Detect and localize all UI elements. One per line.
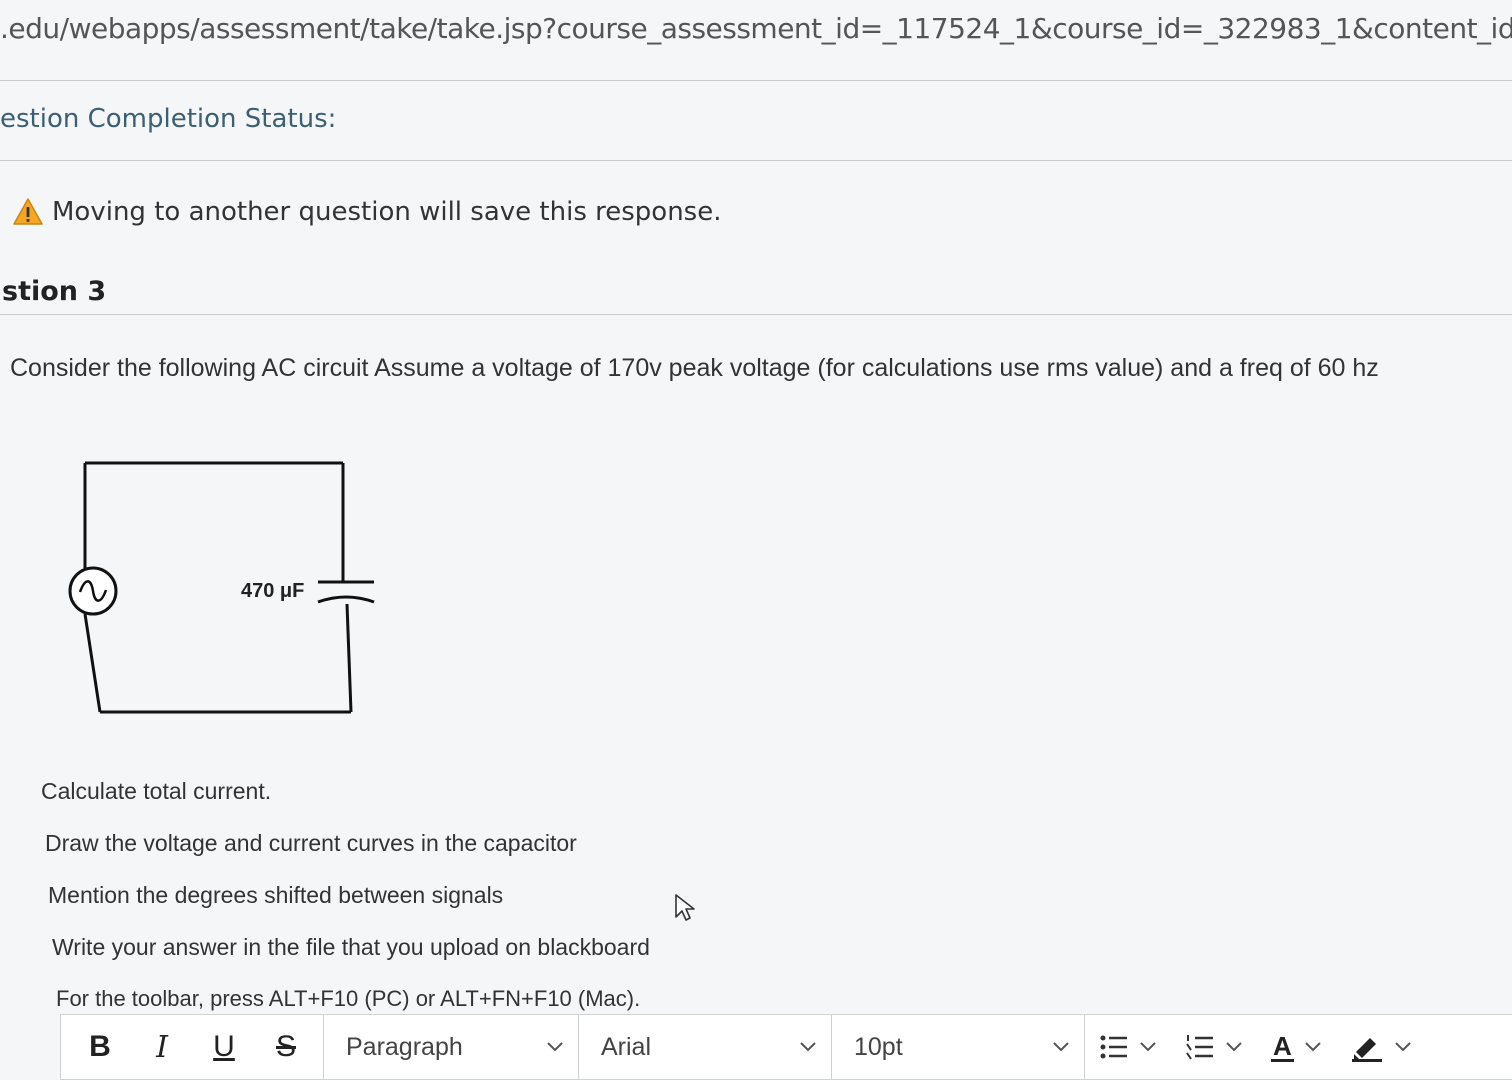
chevron-down-icon	[1053, 1042, 1069, 1052]
bold-button[interactable]: B	[69, 1015, 131, 1079]
task-item-3: Mention the degrees shifted between sign…	[48, 882, 504, 908]
text-color-button[interactable]: A	[1257, 1015, 1336, 1079]
chevron-down-icon	[1226, 1042, 1242, 1052]
font-size-select[interactable]: 10pt	[832, 1015, 1084, 1079]
bullet-list-button[interactable]	[1085, 1015, 1171, 1079]
chevron-down-icon	[1305, 1042, 1321, 1052]
address-bar-url[interactable]: .edu/webapps/assessment/take/take.jsp?co…	[0, 12, 1512, 60]
ac-circuit-diagram: 470 μF	[68, 461, 375, 714]
chevron-down-icon	[547, 1042, 563, 1052]
mouse-cursor-icon	[675, 894, 695, 921]
paragraph-format-value: Paragraph	[346, 1032, 463, 1061]
chevron-down-icon	[1395, 1042, 1411, 1052]
task-item-1: Calculate total current.	[41, 778, 272, 804]
italic-button[interactable]: I	[131, 1015, 193, 1079]
warning-text: Moving to another question will save thi…	[52, 197, 722, 227]
highlight-color-button[interactable]	[1336, 1015, 1426, 1079]
bullet-list-icon	[1100, 1035, 1127, 1059]
numbered-list-button[interactable]	[1171, 1015, 1257, 1079]
numbered-list-icon	[1186, 1035, 1213, 1060]
task-item-2: Draw the voltage and current curves in t…	[45, 830, 577, 856]
circuit-wire-right-lower	[345, 603, 353, 713]
underline-button[interactable]: U	[193, 1015, 255, 1079]
chevron-down-icon	[1140, 1042, 1156, 1052]
question-completion-status-label: estion Completion Status:	[0, 104, 337, 134]
paragraph-format-select[interactable]: Paragraph	[324, 1015, 578, 1079]
capacitor-icon	[317, 580, 375, 604]
font-family-value: Arial	[601, 1032, 652, 1061]
task-item-4: Write your answer in the file that you u…	[52, 934, 650, 960]
text-color-label: A	[1271, 1030, 1294, 1062]
strikethrough-button[interactable]: S	[255, 1015, 317, 1079]
font-size-value: 10pt	[854, 1032, 903, 1061]
highlighter-icon	[1351, 1038, 1382, 1062]
divider	[0, 80, 1512, 81]
font-family-select[interactable]: Arial	[579, 1015, 831, 1079]
editor-toolbar: B I U S Paragraph Arial 10pt A	[60, 1014, 1512, 1080]
capacitor-value-label: 470 μF	[241, 580, 304, 602]
save-warning: Moving to another question will save thi…	[12, 192, 722, 232]
ac-source-icon	[68, 566, 118, 616]
question-prompt: Consider the following AC circuit Assume…	[10, 354, 1379, 382]
toolbar-hint: For the toolbar, press ALT+F10 (PC) or A…	[56, 986, 641, 1011]
assessment-page: .edu/webapps/assessment/take/take.jsp?co…	[0, 0, 1512, 1080]
divider	[0, 314, 1512, 315]
circuit-wire-left-lower	[83, 613, 102, 713]
divider	[0, 160, 1512, 161]
warning-triangle-icon	[13, 198, 43, 225]
question-title: stion 3	[2, 276, 107, 307]
chevron-down-icon	[800, 1042, 816, 1052]
